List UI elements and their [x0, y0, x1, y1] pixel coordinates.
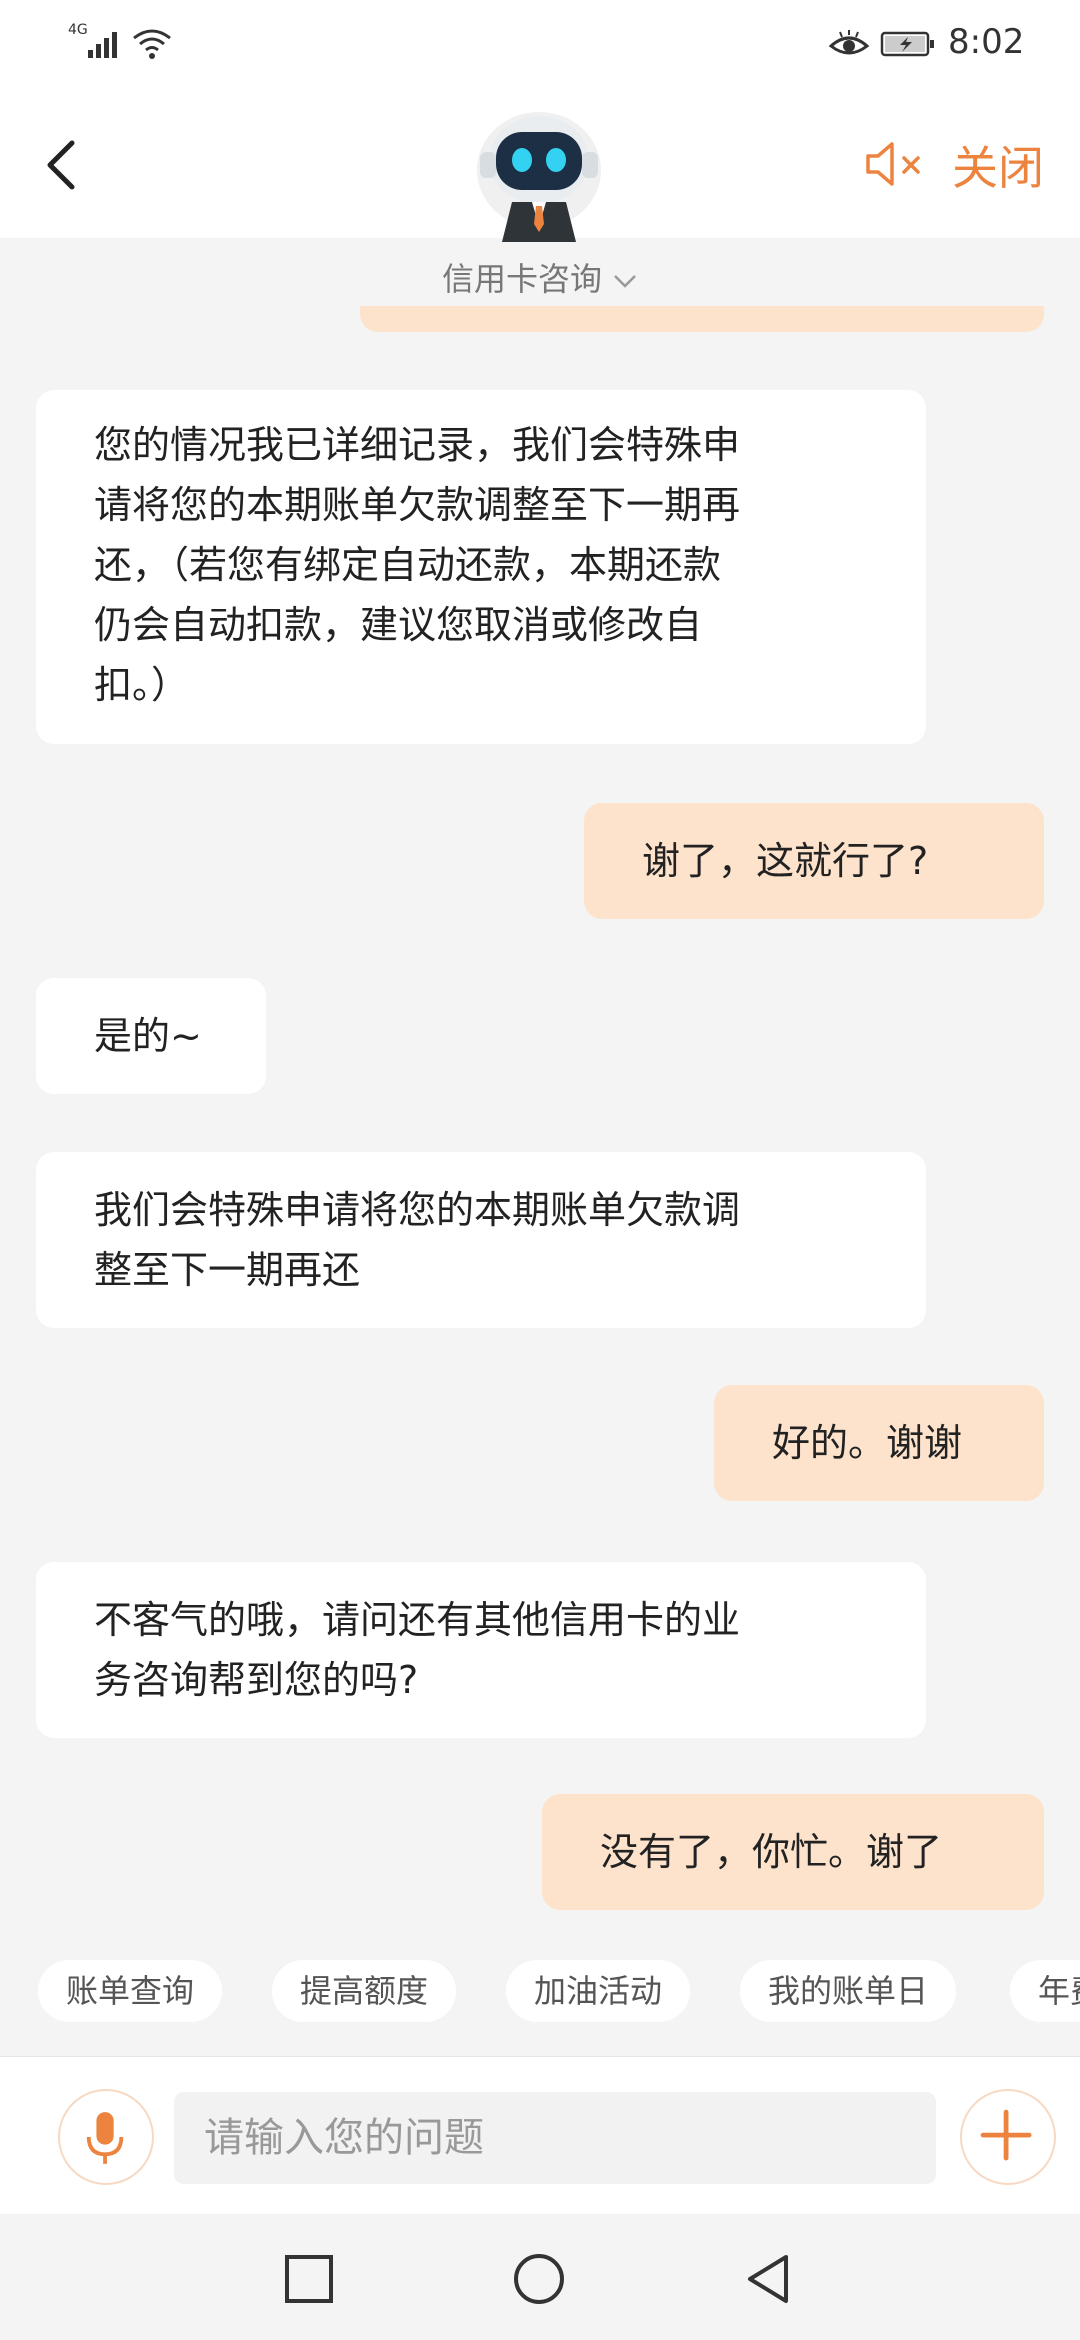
- network-type: 4G: [68, 22, 88, 38]
- triangle-back-icon[interactable]: [742, 2252, 796, 2306]
- speaker-muted-icon[interactable]: [864, 138, 926, 190]
- message-bubble-partial: [360, 306, 1044, 332]
- quick-reply-chip[interactable]: 账单查询: [38, 1960, 223, 2022]
- message-bubble-user: 谢了，这就行了?: [584, 803, 1044, 919]
- chevron-left-icon[interactable]: [38, 135, 82, 195]
- message-bubble-user: 好的。谢谢: [714, 1385, 1044, 1501]
- microphone-icon: [86, 2112, 124, 2164]
- message-input[interactable]: 请输入您的问题: [174, 2092, 936, 2184]
- battery-charging-icon: [880, 31, 934, 57]
- quick-replies: 账单查询 提高额度 加油活动 我的账单日 年费: [0, 1960, 1080, 2036]
- message-bubble-bot: 是的~: [36, 978, 266, 1094]
- service-selector[interactable]: 信用卡咨询: [0, 254, 1080, 300]
- eye-comfort-icon: [828, 30, 870, 55]
- service-label: 信用卡咨询: [441, 260, 602, 298]
- clock: 8:02: [948, 22, 1025, 62]
- quick-reply-chip[interactable]: 我的账单日: [740, 1960, 957, 2022]
- circle-icon[interactable]: [512, 2252, 566, 2306]
- quick-reply-chip[interactable]: 提高额度: [272, 1960, 457, 2022]
- system-nav-bar: [0, 2214, 1080, 2340]
- status-bar: 4G 8:02: [0, 0, 1080, 90]
- quick-reply-chip[interactable]: 加油活动: [506, 1960, 691, 2022]
- message-bubble-bot: 我们会特殊申请将您的本期账单欠款调 整至下一期再还: [36, 1152, 926, 1328]
- chevron-down-icon: [614, 275, 636, 288]
- plus-icon: [980, 2109, 1032, 2161]
- message-bubble-bot: 您的情况我已详细记录，我们会特殊申 请将您的本期账单欠款调整至下一期再 还，（若…: [36, 390, 926, 744]
- wifi-icon: [133, 29, 171, 59]
- more-options-button[interactable]: [960, 2089, 1056, 2185]
- close-button[interactable]: 关闭: [952, 132, 1044, 198]
- quick-reply-chip[interactable]: 年费: [1010, 1960, 1080, 2022]
- robot-avatar-icon: [477, 112, 601, 242]
- message-bubble-bot: 不客气的哦，请问还有其他信用卡的业 务咨询帮到您的吗?: [36, 1562, 926, 1738]
- chat-header: 关闭: [0, 90, 1080, 242]
- input-bar: 请输入您的问题: [0, 2056, 1080, 2215]
- signal-icon: [88, 28, 124, 58]
- message-bubble-user: 没有了，你忙。谢了: [542, 1794, 1044, 1910]
- voice-input-button[interactable]: [58, 2089, 154, 2185]
- square-icon[interactable]: [282, 2252, 336, 2306]
